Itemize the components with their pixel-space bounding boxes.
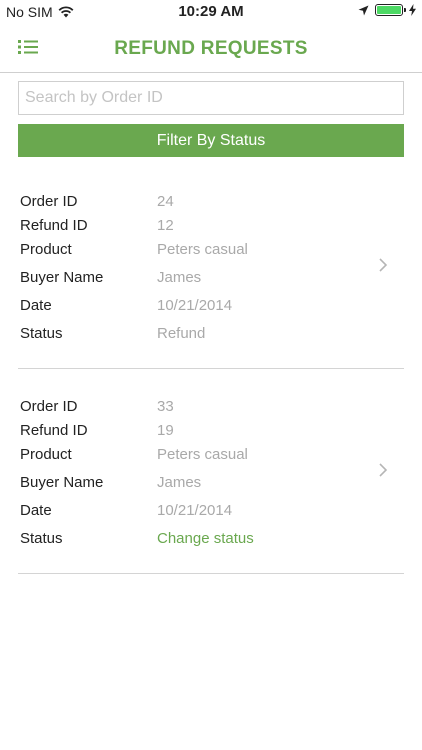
date-label: Date [20,502,52,519]
charging-bolt-icon [409,4,416,16]
refund-request-card[interactable]: Order ID 24 Refund ID 12 Product Peters … [18,178,404,369]
buyer-name-value: James [157,474,202,491]
product-row: Product Peters casual [20,241,248,261]
change-status-link[interactable]: Change status [157,530,254,550]
date-label: Date [20,297,52,314]
refund-id-value: 12 [157,217,174,234]
refund-id-value: 19 [157,422,174,439]
date-row: Date 10/21/2014 [20,297,232,317]
order-id-row: Order ID 24 [20,193,174,213]
refund-id-row: Refund ID 19 [20,422,174,442]
page-title: REFUND REQUESTS [114,38,308,59]
battery-level-fill [377,6,401,14]
order-id-label: Order ID [20,193,78,210]
date-value: 10/21/2014 [157,297,233,314]
order-id-row: Order ID 33 [20,398,174,418]
location-arrow-icon [358,5,369,15]
refund-request-card[interactable]: Order ID 33 Refund ID 19 Product Peters … [18,383,404,574]
buyer-name-row: Buyer Name James [20,269,201,289]
status-bar: No SIM 10:29 AM [0,0,422,24]
status-label: Status [20,325,63,342]
status-label: Status [20,530,63,547]
buyer-name-value: James [157,269,202,286]
product-label: Product [20,241,72,258]
status-row: Status Refund [20,325,205,345]
product-value: Peters casual [157,241,248,258]
date-row: Date 10/21/2014 [20,502,232,522]
product-row: Product Peters casual [20,446,248,466]
order-id-label: Order ID [20,398,78,415]
status-row: Status Change status [20,530,254,550]
status-right [358,4,416,16]
order-id-value: 33 [157,398,174,415]
battery-icon [375,4,406,16]
buyer-name-label: Buyer Name [20,269,104,286]
search-input[interactable] [18,81,404,115]
filter-by-status-button[interactable]: Filter By Status [18,124,404,157]
buyer-name-label: Buyer Name [20,474,104,491]
refund-id-label: Refund ID [20,422,88,439]
product-value: Peters casual [157,446,248,463]
refund-id-label: Refund ID [20,217,88,234]
nav-bar: REFUND REQUESTS [0,24,422,73]
refund-id-row: Refund ID 12 [20,217,174,237]
product-label: Product [20,446,72,463]
order-id-value: 24 [157,193,174,210]
date-value: 10/21/2014 [157,502,233,519]
status-value: Refund [157,325,206,342]
chevron-right-icon[interactable] [376,258,390,272]
chevron-right-icon[interactable] [376,463,390,477]
buyer-name-row: Buyer Name James [20,474,201,494]
